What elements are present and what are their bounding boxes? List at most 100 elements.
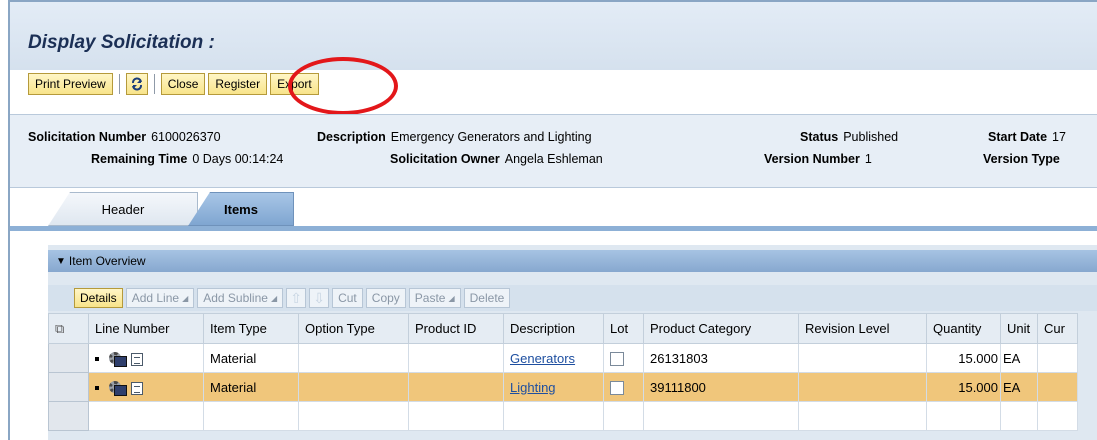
document-icon[interactable]: [131, 381, 143, 395]
cut-button[interactable]: Cut: [332, 288, 363, 308]
start-date-value: 17: [1052, 130, 1066, 144]
app-frame: Display Solicitation : Print Preview Clo…: [8, 0, 1097, 440]
remaining-time-value: 0 Days 00:14:24: [192, 152, 284, 166]
tab-header[interactable]: Header: [48, 192, 198, 226]
table-row[interactable]: Material Lighting 39111800 15.000 EA: [48, 372, 1078, 402]
column-settings-icon[interactable]: ⧉: [55, 321, 64, 336]
empty-cell: [408, 401, 504, 431]
arrow-up-icon: ⇧: [290, 289, 302, 306]
start-date-field: Start Date 17: [988, 130, 1066, 144]
empty-cell: [926, 401, 1001, 431]
column-header[interactable]: Product Category: [643, 313, 799, 344]
empty-cell: [88, 401, 204, 431]
arrow-down-icon: ⇩: [313, 289, 325, 306]
line-number-cell: [88, 372, 204, 402]
version-type-field: Version Type: [983, 152, 1060, 166]
collapse-triangle-icon[interactable]: ▼: [56, 256, 66, 267]
items-content: ▼ Item Overview Details Add Line ◢ Add Su…: [48, 245, 1097, 440]
empty-cell: [298, 401, 409, 431]
add-subline-button[interactable]: Add Subline ◢: [197, 288, 284, 308]
title-bar: Display Solicitation :: [10, 2, 1097, 70]
solicitation-owner-field: Solicitation Owner Angela Eshleman: [390, 152, 603, 166]
refresh-button[interactable]: [125, 73, 148, 95]
remaining-time-label: Remaining Time: [91, 152, 188, 166]
column-header[interactable]: Description: [503, 313, 604, 344]
dropdown-arrow-icon: ◢: [182, 293, 189, 303]
paste-button[interactable]: Paste ◢: [408, 288, 461, 308]
description-field: Description Emergency Generators and Ligh…: [317, 130, 592, 144]
remaining-time-field: Remaining Time 0 Days 00:14:24: [91, 152, 283, 166]
revision-level-cell: [798, 343, 927, 373]
tab-items[interactable]: Items: [188, 192, 294, 226]
document-icon[interactable]: [131, 352, 143, 366]
lot-cell: [603, 372, 644, 402]
status-value: Published: [843, 130, 899, 144]
row-selector[interactable]: [48, 372, 89, 402]
quantity-cell: 15.000: [926, 372, 1001, 402]
solicitation-owner-value: Angela Eshleman: [504, 152, 603, 166]
product-id-cell: [408, 343, 504, 373]
dropdown-arrow-icon: ◢: [448, 293, 455, 303]
currency-cell: [1037, 372, 1078, 402]
column-header[interactable]: Option Type: [298, 313, 409, 344]
version-number-value: 1: [864, 152, 872, 166]
description-link[interactable]: Generators: [510, 351, 575, 366]
column-header[interactable]: Product ID: [408, 313, 504, 344]
option-type-cell: [298, 372, 409, 402]
row-selector[interactable]: [48, 401, 89, 431]
table-row[interactable]: [48, 401, 1078, 431]
lot-cell: [603, 343, 644, 373]
column-header[interactable]: Unit: [1000, 313, 1038, 344]
row-selector[interactable]: [48, 343, 89, 373]
column-header[interactable]: Cur: [1037, 313, 1078, 344]
description-link[interactable]: Lighting: [510, 380, 556, 395]
details-button[interactable]: Details: [74, 288, 123, 308]
item-table-toolbar: Details Add Line ◢ Add Subline ◢ ⇧ ⇩ Cut C…: [48, 285, 1097, 311]
bullet-icon: [95, 357, 99, 362]
empty-cell: [603, 401, 644, 431]
empty-cell: [643, 401, 799, 431]
column-header[interactable]: Lot: [603, 313, 644, 344]
close-button[interactable]: Close: [160, 73, 206, 95]
column-header[interactable]: Revision Level: [798, 313, 927, 344]
description-cell: Generators: [503, 343, 604, 373]
item-overview-tray[interactable]: ▼ Item Overview: [48, 250, 1097, 272]
solicitation-number-value: 6100026370: [151, 130, 221, 144]
export-button[interactable]: Export: [270, 73, 319, 95]
empty-cell: [503, 401, 604, 431]
column-header[interactable]: Item Type: [203, 313, 299, 344]
add-subline-label: Add Subline: [203, 291, 268, 305]
column-settings-cell[interactable]: ⧉: [48, 313, 89, 344]
solicitation-number-field: Solicitation Number 6100026370: [28, 130, 221, 144]
delete-button[interactable]: Delete: [463, 288, 511, 308]
bullet-icon: [95, 386, 99, 391]
items-table: ⧉ Line Number Item Type Option Type Prod…: [48, 313, 1078, 431]
solicitation-header-panel: Solicitation Number 6100026370 Remaining …: [10, 114, 1097, 188]
empty-cell: [1000, 401, 1038, 431]
move-up-button[interactable]: ⇧: [286, 288, 307, 308]
version-type-label: Version Type: [983, 152, 1060, 166]
product-category-cell: 39111800: [643, 372, 799, 402]
print-preview-button[interactable]: Print Preview: [28, 73, 113, 95]
solicitation-owner-label: Solicitation Owner: [390, 152, 500, 166]
status-label: Status: [800, 130, 839, 144]
lot-checkbox[interactable]: [610, 380, 624, 395]
description-value: Emergency Generators and Lighting: [390, 130, 592, 144]
currency-cell: [1037, 343, 1078, 373]
description-cell: Lighting: [503, 372, 604, 402]
lot-checkbox[interactable]: [610, 351, 624, 366]
tab-strip: Header Items: [10, 188, 1097, 240]
add-line-label: Add Line: [131, 291, 180, 305]
column-header[interactable]: Quantity: [926, 313, 1001, 344]
version-number-label: Version Number: [764, 152, 860, 166]
column-header[interactable]: Line Number: [88, 313, 204, 344]
table-row[interactable]: Material Generators 26131803 15.000 EA: [48, 343, 1078, 373]
empty-cell: [203, 401, 299, 431]
option-type-cell: [298, 343, 409, 373]
line-number-cell: [88, 343, 204, 373]
copy-button[interactable]: Copy: [365, 288, 406, 308]
register-button[interactable]: Register: [208, 73, 268, 95]
move-down-button[interactable]: ⇩: [309, 288, 330, 308]
add-line-button[interactable]: Add Line ◢: [125, 288, 195, 308]
item-overview-title: Item Overview: [68, 254, 146, 268]
